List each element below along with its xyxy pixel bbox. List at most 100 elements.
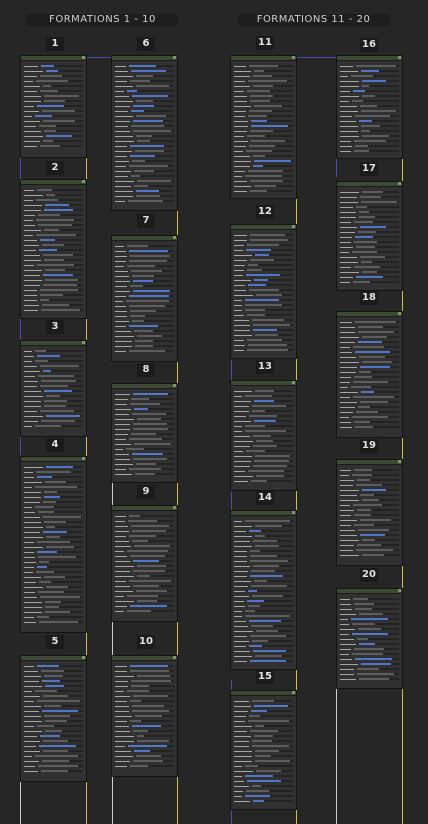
param-slider[interactable] <box>130 315 174 317</box>
param-slider[interactable] <box>358 628 399 630</box>
param-slider[interactable] <box>253 565 293 567</box>
node-parameter-row[interactable] <box>234 544 293 548</box>
formation-node[interactable] <box>230 510 297 670</box>
param-slider[interactable] <box>362 361 399 363</box>
node-parameter-row[interactable] <box>115 174 174 178</box>
param-slider[interactable] <box>133 695 174 697</box>
node-parameter-row[interactable] <box>115 154 174 158</box>
param-slider[interactable] <box>45 204 83 206</box>
param-slider[interactable] <box>42 680 83 682</box>
node-parameter-row[interactable] <box>24 144 83 148</box>
param-slider[interactable] <box>132 710 174 712</box>
param-slider[interactable] <box>252 410 293 412</box>
param-slider[interactable] <box>128 200 174 202</box>
param-slider[interactable] <box>37 551 83 553</box>
param-slider[interactable] <box>359 211 399 213</box>
node-parameter-row[interactable] <box>234 238 293 242</box>
param-slider[interactable] <box>254 279 293 281</box>
param-slider[interactable] <box>250 239 293 241</box>
param-slider[interactable] <box>137 740 174 742</box>
node-parameter-row[interactable] <box>234 579 293 583</box>
node-parameter-row[interactable] <box>340 250 399 254</box>
node-parameter-row[interactable] <box>340 230 399 234</box>
node-parameter-row[interactable] <box>340 488 399 492</box>
node-parameter-row[interactable] <box>234 709 293 713</box>
param-slider[interactable] <box>131 110 174 112</box>
node-parameter-row[interactable] <box>340 513 399 517</box>
param-slider[interactable] <box>357 673 399 675</box>
param-slider[interactable] <box>251 570 293 572</box>
node-parameter-row[interactable] <box>340 225 399 229</box>
node-parameter-row[interactable] <box>340 483 399 487</box>
param-slider[interactable] <box>360 401 399 403</box>
param-slider[interactable] <box>135 340 174 342</box>
node-parameter-row[interactable] <box>234 529 293 533</box>
node-parameter-row[interactable] <box>234 129 293 133</box>
node-parameter-row[interactable] <box>340 114 399 118</box>
param-slider[interactable] <box>248 284 293 286</box>
node-parameter-row[interactable] <box>234 744 293 748</box>
formation-node[interactable] <box>111 235 178 362</box>
node-parameter-row[interactable] <box>234 594 293 598</box>
node-parameter-row[interactable] <box>24 109 83 113</box>
node-parameter-row[interactable] <box>115 447 174 451</box>
formation-node[interactable] <box>20 456 87 633</box>
param-slider[interactable] <box>357 668 399 670</box>
node-parameter-row[interactable] <box>24 248 83 252</box>
param-slider[interactable] <box>137 140 174 142</box>
param-slider[interactable] <box>37 700 83 702</box>
param-slider[interactable] <box>352 100 399 102</box>
param-slider[interactable] <box>250 95 293 97</box>
node-parameter-row[interactable] <box>234 559 293 563</box>
param-slider[interactable] <box>253 540 293 542</box>
param-slider[interactable] <box>353 346 399 348</box>
param-slider[interactable] <box>358 331 399 333</box>
param-slider[interactable] <box>128 520 174 522</box>
param-slider[interactable] <box>45 720 83 722</box>
param-slider[interactable] <box>134 545 174 547</box>
node-parameter-row[interactable] <box>234 84 293 88</box>
param-slider[interactable] <box>131 125 174 127</box>
param-slider[interactable] <box>357 479 399 481</box>
param-slider[interactable] <box>129 250 174 252</box>
param-slider[interactable] <box>251 140 293 142</box>
node-parameter-row[interactable] <box>24 273 83 277</box>
param-slider[interactable] <box>126 300 174 302</box>
node-parameter-row[interactable] <box>24 114 83 118</box>
node-parameter-row[interactable] <box>115 344 174 348</box>
param-slider[interactable] <box>247 90 293 92</box>
param-slider[interactable] <box>250 180 293 182</box>
node-parameter-row[interactable] <box>24 520 83 524</box>
param-slider[interactable] <box>360 534 399 536</box>
node-parameter-row[interactable] <box>24 769 83 773</box>
node-parameter-row[interactable] <box>340 94 399 98</box>
param-slider[interactable] <box>362 489 399 491</box>
param-slider[interactable] <box>130 80 174 82</box>
param-slider[interactable] <box>131 525 174 527</box>
param-slider[interactable] <box>250 100 293 102</box>
param-slider[interactable] <box>359 643 399 645</box>
node-parameter-row[interactable] <box>24 374 83 378</box>
node-parameter-row[interactable] <box>24 480 83 484</box>
param-slider[interactable] <box>353 281 399 283</box>
node-parameter-row[interactable] <box>115 764 174 768</box>
param-slider[interactable] <box>46 70 83 72</box>
node-parameter-row[interactable] <box>340 647 399 651</box>
node-parameter-row[interactable] <box>340 350 399 354</box>
node-parameter-row[interactable] <box>234 699 293 703</box>
param-slider[interactable] <box>133 393 174 395</box>
param-slider[interactable] <box>44 100 83 102</box>
node-parameter-row[interactable] <box>115 699 174 703</box>
node-parameter-row[interactable] <box>115 134 174 138</box>
param-slider[interactable] <box>43 501 83 503</box>
node-parameter-row[interactable] <box>115 574 174 578</box>
node-parameter-row[interactable] <box>24 585 83 589</box>
node-parameter-row[interactable] <box>24 570 83 574</box>
param-slider[interactable] <box>252 700 293 702</box>
node-parameter-row[interactable] <box>115 169 174 173</box>
param-slider[interactable] <box>132 413 174 415</box>
param-slider[interactable] <box>360 519 399 521</box>
node-parameter-row[interactable] <box>234 119 293 123</box>
param-slider[interactable] <box>39 581 83 583</box>
param-slider[interactable] <box>39 621 83 623</box>
